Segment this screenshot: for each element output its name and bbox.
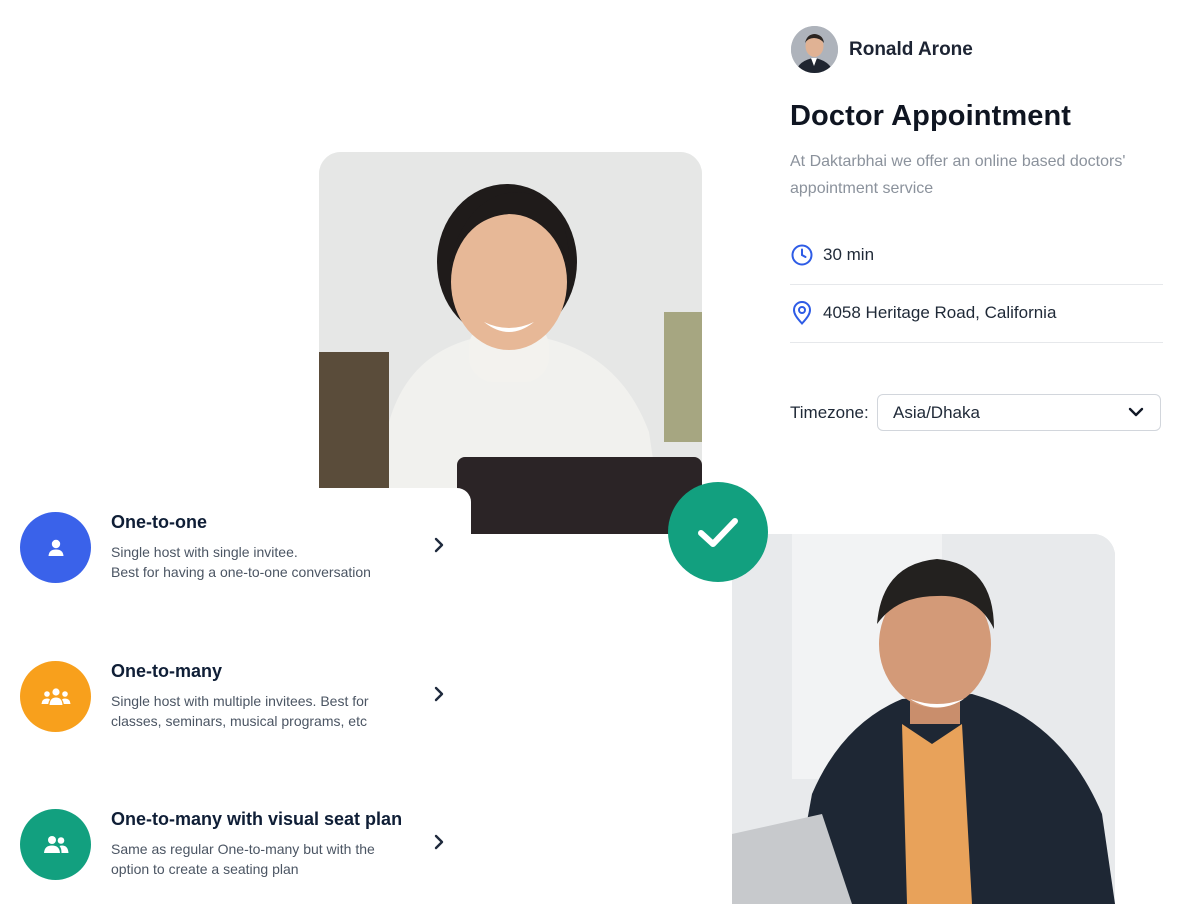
man-photo: [732, 534, 1115, 904]
timezone-label: Timezone:: [790, 403, 869, 422]
appointment-title: Doctor Appointment: [790, 100, 1072, 132]
event-types-card: One-to-one Single host with single invit…: [0, 488, 471, 904]
event-type-seat-plan[interactable]: One-to-many with visual seat plan Same a…: [20, 785, 460, 880]
duration-row: 30 min: [790, 226, 1163, 285]
event-title: One-to-many with visual seat plan: [111, 809, 403, 829]
woman-photo: [319, 152, 702, 534]
event-description: Single host with multiple invitees. Best…: [111, 693, 369, 729]
users-icon: [20, 809, 91, 880]
appointment-description: At Daktarbhai we offer an online based d…: [790, 153, 1126, 197]
timezone-select[interactable]: Asia/Dhaka: [877, 394, 1161, 431]
event-type-one-to-one[interactable]: One-to-one Single host with single invit…: [20, 488, 460, 583]
event-title: One-to-many: [111, 661, 223, 681]
location-text: 4058 Heritage Road, California: [823, 303, 1057, 322]
chevron-right-icon: [430, 685, 448, 703]
duration-text: 30 min: [823, 245, 875, 264]
user-icon: [20, 512, 91, 583]
chevron-down-icon: [1128, 404, 1144, 422]
chevron-right-icon: [430, 833, 448, 851]
event-description: Single host with single invitee. Best fo…: [111, 544, 371, 580]
clock-icon: [790, 243, 814, 267]
timezone-value: Asia/Dhaka: [893, 402, 980, 422]
success-check-icon: [668, 482, 768, 582]
location-row: 4058 Heritage Road, California: [790, 284, 1163, 343]
host-profile: Ronald Arone: [791, 26, 973, 73]
event-type-one-to-many[interactable]: One-to-many Single host with multiple in…: [20, 637, 460, 732]
chevron-right-icon: [430, 536, 448, 554]
event-description: Same as regular One-to-many but with the…: [111, 841, 375, 877]
avatar: [791, 26, 838, 73]
event-title: One-to-one: [111, 512, 207, 532]
group-icon: [20, 661, 91, 732]
location-pin-icon: [790, 301, 814, 325]
host-name: Ronald Arone: [849, 38, 973, 60]
